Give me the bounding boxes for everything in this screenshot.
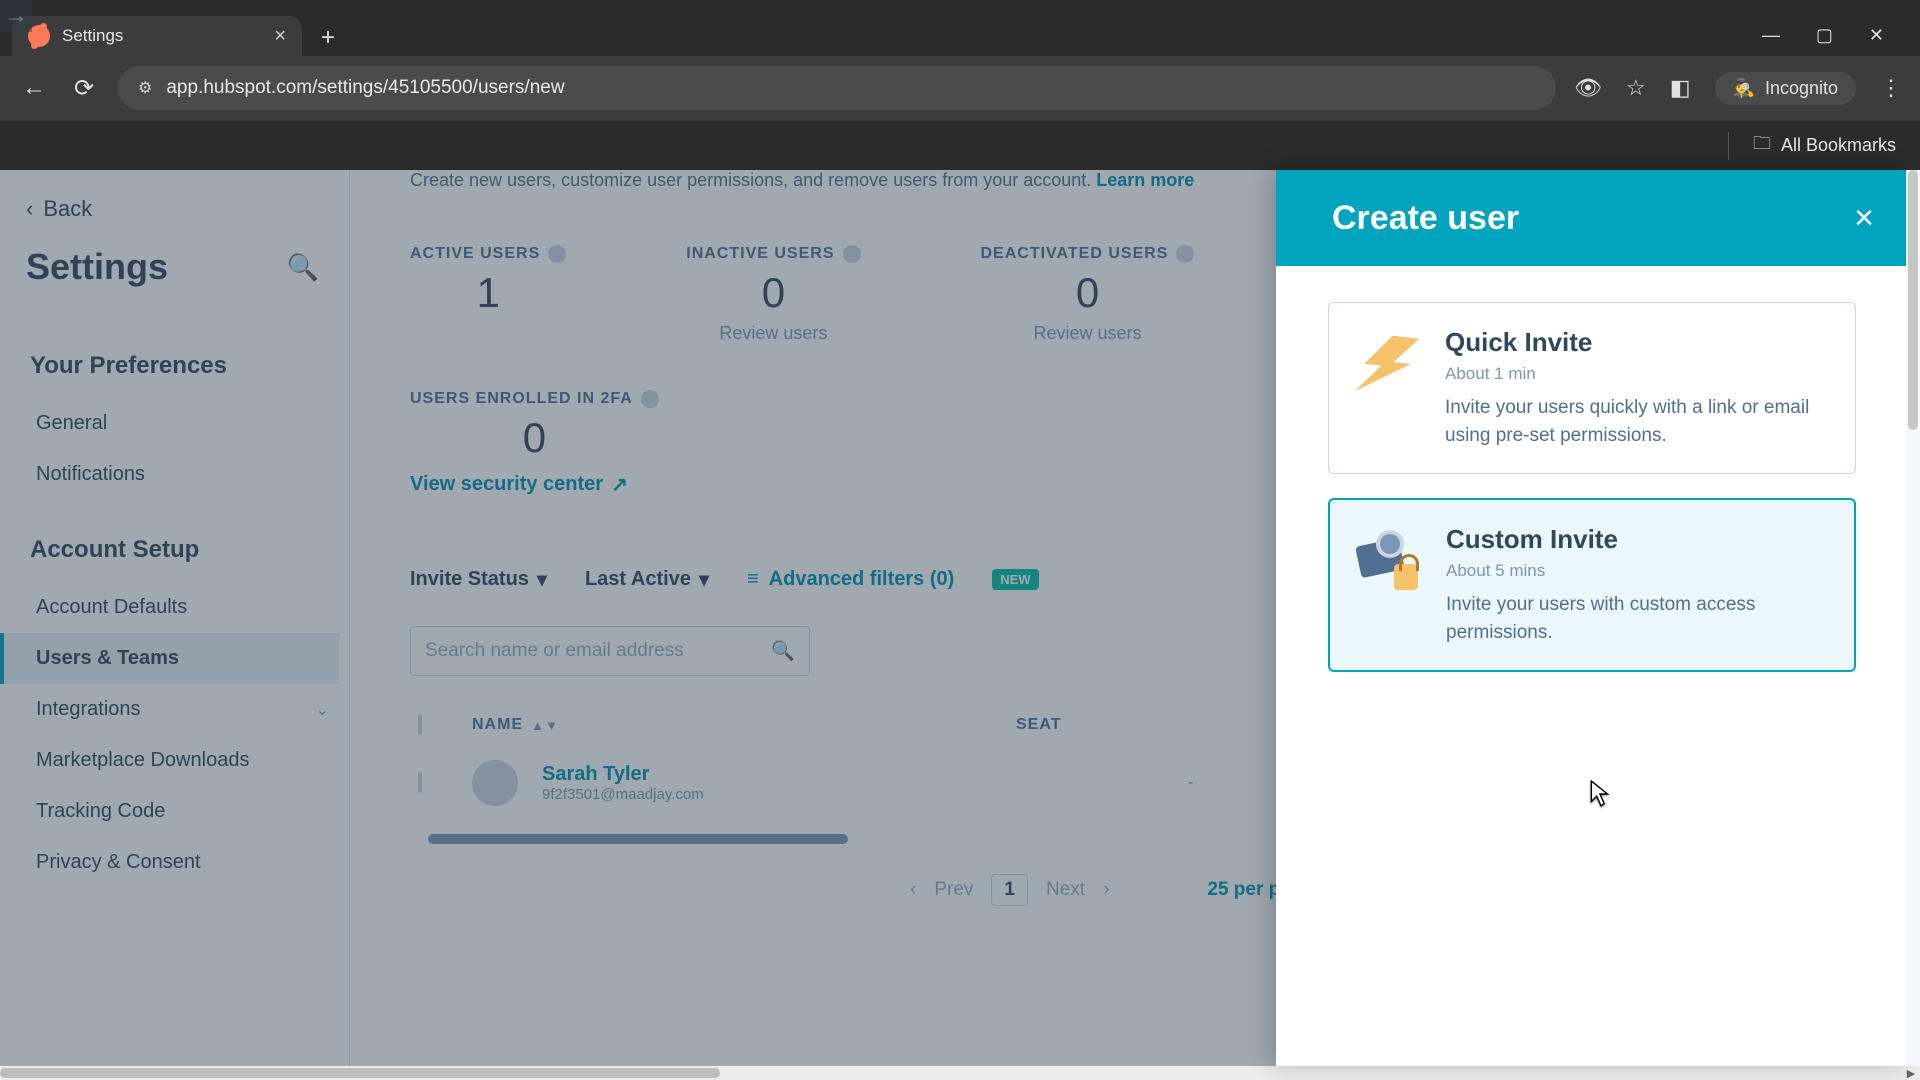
tab-title: Settings: [62, 26, 123, 46]
scrollbar-thumb[interactable]: [0, 1068, 720, 1078]
bookmarks-bar: 🗀 All Bookmarks: [0, 120, 1920, 170]
nav-back-icon[interactable]: ←: [18, 72, 50, 104]
bookmark-star-icon[interactable]: ☆: [1626, 75, 1646, 101]
panel-close-icon[interactable]: ×: [1854, 199, 1874, 238]
panel-title: Create user: [1332, 199, 1519, 238]
scroll-right-arrow-icon[interactable]: ▶: [1904, 1066, 1918, 1080]
side-panel-icon[interactable]: ◧: [1670, 75, 1691, 101]
tab-close-icon[interactable]: ×: [274, 25, 286, 48]
browser-chrome: Settings × + — ▢ ✕ ← → ⟳ ⚙ app.hubspot.c…: [0, 0, 1920, 170]
card-title: Custom Invite: [1446, 524, 1828, 555]
card-description: Invite your users with custom access per…: [1446, 591, 1828, 646]
kebab-menu-icon[interactable]: ⋮: [1880, 75, 1902, 101]
scrollbar-thumb[interactable]: [1908, 170, 1918, 430]
card-custom-invite[interactable]: Custom Invite About 5 mins Invite your u…: [1328, 498, 1856, 672]
window-horizontal-scrollbar[interactable]: ▶: [0, 1066, 1920, 1080]
tab-strip: Settings × + — ▢ ✕: [0, 0, 1920, 56]
page-viewport: ‹ Back Settings 🔍 Your Preferences Gener…: [0, 170, 1920, 1066]
window-controls: — ▢ ✕: [1762, 25, 1908, 56]
eye-off-icon[interactable]: 👁: [1574, 75, 1602, 101]
create-user-panel: Create user × Quick Invite About 1 min I…: [1276, 170, 1908, 1066]
folder-icon: 🗀: [1753, 131, 1771, 161]
card-time: About 1 min: [1445, 364, 1829, 384]
close-window-icon[interactable]: ✕: [1869, 25, 1884, 46]
card-time: About 5 mins: [1446, 561, 1828, 581]
card-quick-invite[interactable]: Quick Invite About 1 min Invite your use…: [1328, 302, 1856, 474]
card-description: Invite your users quickly with a link or…: [1445, 394, 1829, 449]
maximize-icon[interactable]: ▢: [1816, 25, 1833, 46]
card-title: Quick Invite: [1445, 327, 1829, 358]
browser-toolbar: ← → ⟳ ⚙ app.hubspot.com/settings/4510550…: [0, 56, 1920, 120]
panel-body: Quick Invite About 1 min Invite your use…: [1276, 266, 1908, 708]
incognito-label: Incognito: [1765, 78, 1838, 99]
minimize-icon[interactable]: —: [1762, 25, 1780, 46]
url-text: app.hubspot.com/settings/45105500/users/…: [166, 77, 564, 99]
all-bookmarks-button[interactable]: 🗀 All Bookmarks: [1753, 131, 1896, 161]
address-bar[interactable]: ⚙ app.hubspot.com/settings/45105500/user…: [118, 66, 1556, 110]
site-settings-icon[interactable]: ⚙: [138, 78, 150, 98]
lightning-icon: [1355, 333, 1419, 397]
panel-header: Create user ×: [1276, 170, 1908, 266]
reload-icon[interactable]: ⟳: [68, 72, 100, 104]
toolbar-actions: 👁 ☆ ◧ 🕵 Incognito ⋮: [1574, 72, 1902, 105]
browser-tab[interactable]: Settings ×: [12, 16, 302, 56]
new-tab-button[interactable]: +: [310, 20, 346, 56]
bookmarks-separator: [1728, 132, 1729, 160]
all-bookmarks-label: All Bookmarks: [1781, 135, 1896, 156]
incognito-indicator[interactable]: 🕵 Incognito: [1715, 72, 1856, 105]
nav-forward-icon[interactable]: →: [0, 0, 32, 32]
page-vertical-scrollbar[interactable]: [1906, 170, 1920, 1066]
incognito-icon: 🕵: [1733, 78, 1755, 99]
settings-lock-icon: [1356, 530, 1420, 594]
